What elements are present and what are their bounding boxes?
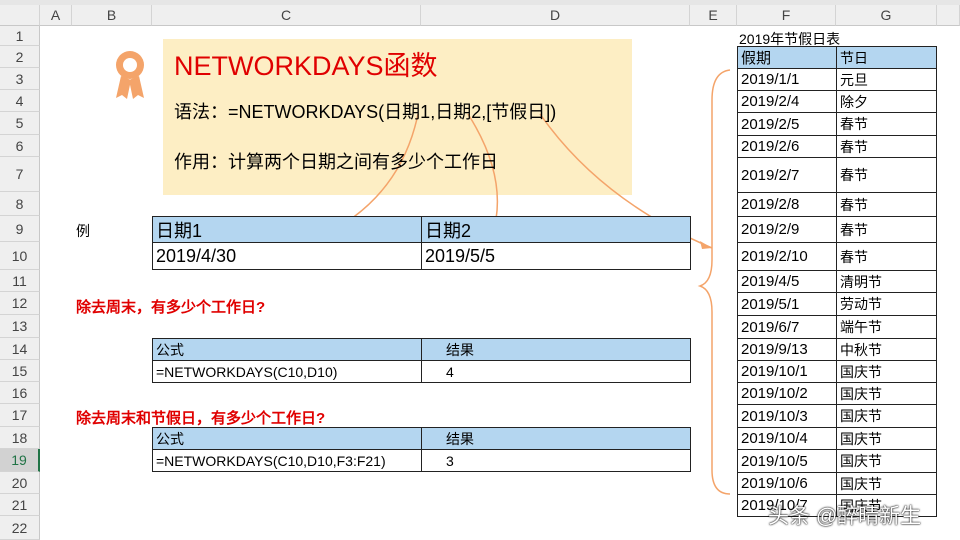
q1-formula[interactable]: =NETWORKDAYS(C10,D10) bbox=[152, 360, 422, 383]
q2-result-header[interactable]: 结果 bbox=[421, 427, 691, 450]
q2-result[interactable]: 3 bbox=[421, 449, 691, 472]
holiday-row-date[interactable]: 2019/6/7 bbox=[737, 315, 837, 339]
holiday-row-name[interactable]: 春节 bbox=[836, 216, 937, 243]
holiday-row-name[interactable]: 元旦 bbox=[836, 68, 937, 91]
q1-result[interactable]: 4 bbox=[421, 360, 691, 383]
holiday-row-name[interactable]: 春节 bbox=[836, 242, 937, 271]
question-1: 除去周末，有多少个工作日? bbox=[76, 299, 266, 316]
holiday-row-date[interactable]: 2019/9/13 bbox=[737, 338, 837, 361]
date1-value[interactable]: 2019/4/30 bbox=[152, 242, 422, 270]
holiday-row-name[interactable]: 春节 bbox=[836, 192, 937, 217]
holiday-row-date[interactable]: 2019/10/5 bbox=[737, 449, 837, 473]
watermark: 头条 @醉晴新生 bbox=[768, 505, 922, 528]
purpose-text: 作用：计算两个日期之间有多少个工作日 bbox=[174, 152, 498, 172]
holiday-row-date[interactable]: 2019/1/1 bbox=[737, 68, 837, 91]
date2-header[interactable]: 日期2 bbox=[421, 216, 691, 243]
holiday-header-name[interactable]: 节日 bbox=[836, 46, 937, 69]
q1-result-header[interactable]: 结果 bbox=[421, 338, 691, 361]
holiday-row-name[interactable]: 国庆节 bbox=[836, 449, 937, 473]
holiday-row-date[interactable]: 2019/2/10 bbox=[737, 242, 837, 271]
holiday-row-date[interactable]: 2019/2/9 bbox=[737, 216, 837, 243]
brace bbox=[697, 69, 731, 495]
holiday-header-date[interactable]: 假期 bbox=[737, 46, 837, 69]
holiday-row-date[interactable]: 2019/10/1 bbox=[737, 360, 837, 383]
holiday-row-name[interactable]: 除夕 bbox=[836, 90, 937, 113]
holiday-row-name[interactable]: 清明节 bbox=[836, 270, 937, 293]
holiday-row-name[interactable]: 春节 bbox=[836, 135, 937, 158]
holiday-row-date[interactable]: 2019/2/4 bbox=[737, 90, 837, 113]
holiday-row-name[interactable]: 国庆节 bbox=[836, 404, 937, 428]
award-ribbon-icon bbox=[116, 51, 144, 99]
holiday-row-date[interactable]: 2019/2/7 bbox=[737, 157, 837, 193]
holiday-row-date[interactable]: 2019/10/2 bbox=[737, 382, 837, 405]
holiday-row-name[interactable]: 春节 bbox=[836, 112, 937, 136]
holiday-row-date[interactable]: 2019/4/5 bbox=[737, 270, 837, 293]
holiday-row-name[interactable]: 国庆节 bbox=[836, 360, 937, 383]
holiday-row-date[interactable]: 2019/10/3 bbox=[737, 404, 837, 428]
holiday-row-date[interactable]: 2019/10/6 bbox=[737, 472, 837, 495]
q1-formula-header[interactable]: 公式 bbox=[152, 338, 422, 361]
holiday-row-name[interactable]: 端午节 bbox=[836, 315, 937, 339]
holiday-row-date[interactable]: 2019/2/6 bbox=[737, 135, 837, 158]
q2-formula[interactable]: =NETWORKDAYS(C10,D10,F3:F21) bbox=[152, 449, 422, 472]
holiday-row-date[interactable]: 2019/2/8 bbox=[737, 192, 837, 217]
date2-value[interactable]: 2019/5/5 bbox=[421, 242, 691, 270]
date1-header[interactable]: 日期1 bbox=[152, 216, 422, 243]
question-2: 除去周末和节假日，有多少个工作日? bbox=[76, 410, 326, 427]
function-title: NETWORKDAYS函数 bbox=[174, 51, 438, 81]
syntax-text: 语法：=NETWORKDAYS(日期1,日期2,[节假日]) bbox=[174, 102, 557, 122]
example-label: 例 bbox=[76, 223, 90, 239]
holiday-row-name[interactable]: 国庆节 bbox=[836, 427, 937, 450]
holiday-row-name[interactable]: 中秋节 bbox=[836, 338, 937, 361]
holiday-row-name[interactable]: 劳动节 bbox=[836, 292, 937, 316]
holiday-row-name[interactable]: 国庆节 bbox=[836, 472, 937, 495]
holiday-row-name[interactable]: 春节 bbox=[836, 157, 937, 193]
q2-formula-header[interactable]: 公式 bbox=[152, 427, 422, 450]
holiday-row-name[interactable]: 国庆节 bbox=[836, 382, 937, 405]
holiday-row-date[interactable]: 2019/5/1 bbox=[737, 292, 837, 316]
holiday-row-date[interactable]: 2019/2/5 bbox=[737, 112, 837, 136]
holiday-row-date[interactable]: 2019/10/4 bbox=[737, 427, 837, 450]
